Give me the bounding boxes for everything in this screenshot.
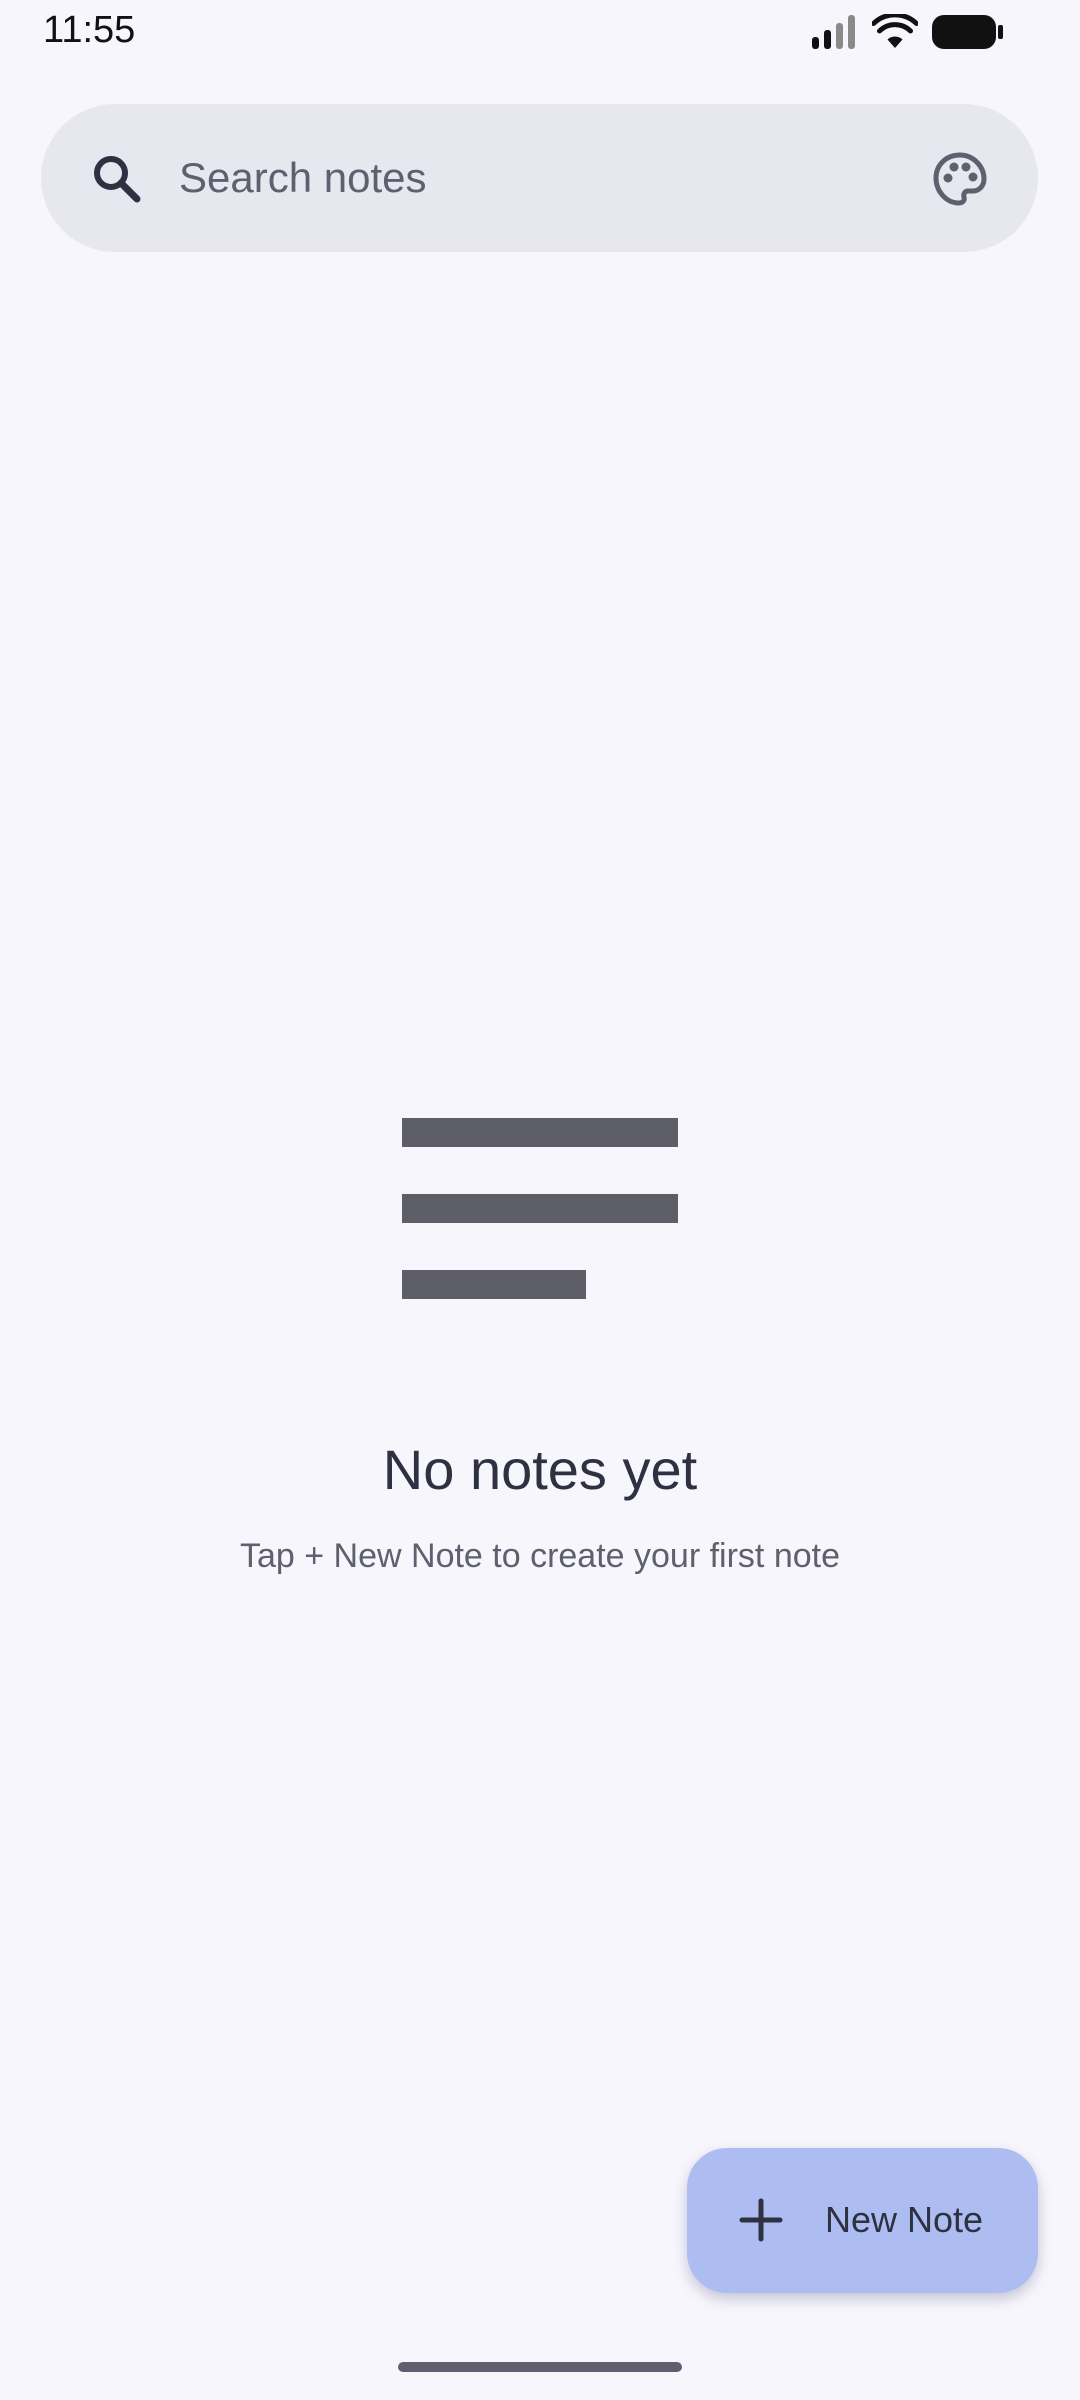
plus-icon	[739, 2198, 783, 2242]
status-bar: 11:55	[0, 0, 1080, 64]
search-icon	[94, 156, 141, 203]
search-input[interactable]	[179, 141, 879, 215]
empty-state-subtitle: Tap + New Note to create your first note	[239, 1537, 840, 1575]
wifi-icon	[872, 14, 918, 48]
notes-lines-icon	[402, 1118, 678, 1299]
signal-icon	[812, 15, 855, 49]
status-time: 11:55	[43, 9, 136, 51]
palette-icon	[933, 152, 987, 206]
search-bar[interactable]	[41, 104, 1038, 252]
battery-icon	[932, 15, 1003, 49]
status-icons	[812, 12, 1004, 52]
empty-state-title: No notes yet	[382, 1438, 698, 1501]
home-indicator[interactable]	[398, 2362, 682, 2372]
palette-button[interactable]	[929, 148, 991, 210]
new-note-label: New Note	[825, 2199, 984, 2240]
new-note-button[interactable]: New Note	[687, 2148, 1038, 2293]
